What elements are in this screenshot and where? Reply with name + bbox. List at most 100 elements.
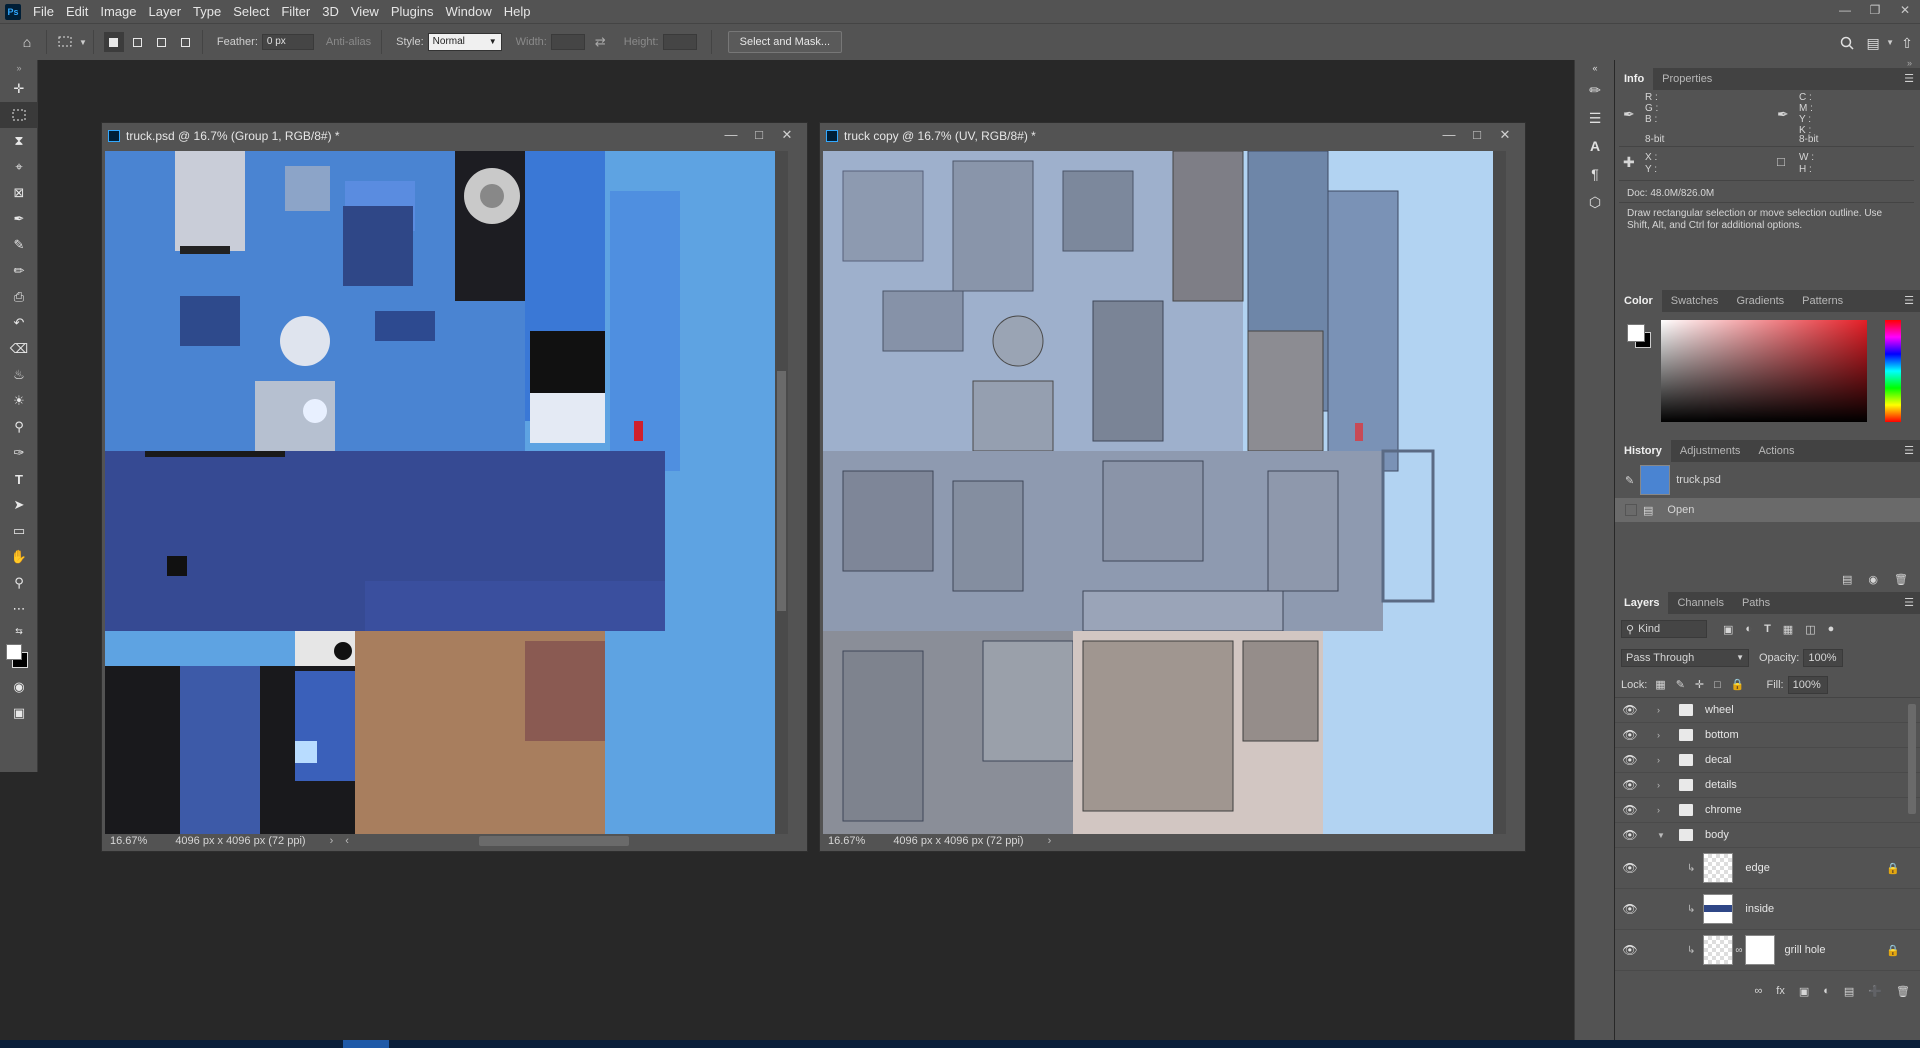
collapse-icon[interactable]: »: [1907, 58, 1912, 68]
visibility-eye-icon[interactable]: 👁: [1615, 778, 1645, 792]
rectangular-marquee-tool-icon[interactable]: [0, 102, 38, 128]
healing-brush-tool-icon[interactable]: ✎: [0, 232, 38, 258]
chevron-down-icon[interactable]: ▼: [1657, 831, 1679, 840]
shape-filter-icon[interactable]: ▦: [1783, 623, 1793, 636]
paragraph-icon[interactable]: ¶: [1575, 160, 1615, 188]
chevron-right-icon[interactable]: ›: [1657, 730, 1679, 740]
move-tool-icon[interactable]: ✛: [0, 76, 38, 102]
workspace-icon[interactable]: ▤: [1860, 30, 1886, 56]
document-title-bar[interactable]: truck.psd @ 16.7% (Group 1, RGB/8#) * — …: [102, 123, 807, 149]
panel-menu-icon[interactable]: ☰: [1904, 72, 1914, 85]
3d-icon[interactable]: ⬡: [1575, 188, 1615, 216]
visibility-eye-icon[interactable]: 👁: [1615, 803, 1645, 817]
visibility-eye-icon[interactable]: 👁: [1615, 828, 1645, 842]
tab-swatches[interactable]: Swatches: [1662, 290, 1728, 312]
maximize-icon[interactable]: □: [745, 123, 773, 149]
chevron-right-icon[interactable]: ›: [1657, 705, 1679, 715]
eraser-tool-icon[interactable]: ⌫: [0, 336, 38, 362]
character-icon[interactable]: A: [1575, 132, 1615, 160]
menu-edit[interactable]: Edit: [60, 0, 94, 23]
maximize-icon[interactable]: □: [1463, 123, 1491, 149]
paint-bucket-tool-icon[interactable]: ♨: [0, 362, 38, 388]
menu-window[interactable]: Window: [439, 0, 497, 23]
menu-select[interactable]: Select: [227, 0, 275, 23]
add-mask-icon[interactable]: ▣: [1799, 985, 1809, 998]
brush-tool-icon[interactable]: ✏: [0, 258, 38, 284]
screen-mode-icon[interactable]: ▣: [0, 700, 38, 726]
kind-filter-select[interactable]: ⚲ Kind: [1621, 620, 1707, 638]
height-input[interactable]: [662, 34, 697, 50]
camera-icon[interactable]: ◉: [1868, 573, 1878, 586]
menu-image[interactable]: Image: [94, 0, 142, 23]
layer-inside[interactable]: 👁 ↳ inside: [1615, 889, 1920, 930]
visibility-eye-icon[interactable]: 👁: [1615, 753, 1645, 767]
type-tool-icon[interactable]: T: [0, 466, 38, 492]
panel-menu-icon[interactable]: ☰: [1904, 444, 1914, 457]
lock-transparent-icon[interactable]: ▦: [1655, 678, 1665, 691]
tab-info[interactable]: Info: [1615, 68, 1654, 90]
smudge-tool-icon[interactable]: ☀: [0, 388, 38, 414]
path-selection-tool-icon[interactable]: ➤: [0, 492, 38, 518]
canvas-truck-texture[interactable]: [105, 151, 788, 834]
link-layers-icon[interactable]: ∞: [1754, 985, 1762, 998]
collapse-icon[interactable]: »: [0, 60, 38, 76]
chevron-right-icon[interactable]: ›: [1657, 780, 1679, 790]
tab-paths[interactable]: Paths: [1733, 592, 1779, 614]
visibility-eye-icon[interactable]: 👁: [1615, 703, 1645, 717]
frame-tool-icon[interactable]: ⊠: [0, 180, 38, 206]
panel-menu-icon[interactable]: ☰: [1904, 596, 1914, 609]
layer-group-wheel[interactable]: 👁 › wheel: [1615, 698, 1920, 723]
feather-input[interactable]: 0 px: [261, 34, 314, 50]
brush-presets-icon[interactable]: ☰: [1575, 104, 1615, 132]
more-tools-icon[interactable]: ⋯: [0, 596, 38, 622]
search-icon[interactable]: [1834, 30, 1860, 56]
scroll-left-icon[interactable]: ‹: [345, 835, 349, 847]
smart-object-filter-icon[interactable]: ◫: [1805, 623, 1815, 636]
document-window-truck-copy[interactable]: truck copy @ 16.7% (UV, RGB/8#) * — □ ✕: [819, 122, 1526, 852]
menu-filter[interactable]: Filter: [275, 0, 316, 23]
eyedropper-tool-icon[interactable]: ✒: [0, 206, 38, 232]
panel-menu-icon[interactable]: ☰: [1904, 294, 1914, 307]
select-and-mask-button[interactable]: Select and Mask...: [727, 31, 843, 53]
menu-plugins[interactable]: Plugins: [385, 0, 440, 23]
minimize-icon[interactable]: —: [717, 123, 745, 149]
chevron-down-icon[interactable]: ▼: [79, 38, 87, 47]
foreground-color[interactable]: [6, 644, 22, 660]
tab-gradients[interactable]: Gradients: [1727, 290, 1793, 312]
minimize-icon[interactable]: —: [1830, 0, 1860, 23]
link-icon[interactable]: ∞: [1735, 945, 1742, 956]
chevron-right-icon[interactable]: ›: [330, 835, 334, 847]
layer-group-chrome[interactable]: 👁 › chrome: [1615, 798, 1920, 823]
history-brush-tool-icon[interactable]: ↶: [0, 310, 38, 336]
fill-input[interactable]: 100%: [1787, 675, 1828, 694]
tab-color[interactable]: Color: [1615, 290, 1662, 312]
trash-icon[interactable]: 🗑: [1894, 573, 1908, 586]
zoom-level[interactable]: 16.67%: [110, 835, 147, 847]
blend-mode-select[interactable]: Pass Through ▼: [1621, 649, 1749, 667]
menu-layer[interactable]: Layer: [143, 0, 188, 23]
hue-slider[interactable]: [1885, 320, 1901, 422]
width-input[interactable]: [550, 34, 585, 50]
type-filter-icon[interactable]: T: [1764, 623, 1771, 635]
antialias-checkbox[interactable]: Anti-alias: [326, 36, 371, 48]
tab-properties[interactable]: Properties: [1653, 68, 1721, 90]
layer-group-details[interactable]: 👁 › details: [1615, 773, 1920, 798]
layer-group-decal[interactable]: 👁 › decal: [1615, 748, 1920, 773]
opacity-input[interactable]: 100%: [1803, 649, 1844, 667]
visibility-eye-icon[interactable]: 👁: [1615, 902, 1645, 916]
filter-toggle-icon[interactable]: ●: [1828, 623, 1835, 635]
collapse-icon[interactable]: «: [1575, 60, 1615, 76]
quick-mask-icon[interactable]: ◉: [0, 674, 38, 700]
clone-stamp-tool-icon[interactable]: ⎙: [0, 284, 38, 310]
marquee-preset-icon[interactable]: [53, 29, 79, 55]
menu-view[interactable]: View: [345, 0, 385, 23]
lock-image-icon[interactable]: ✎: [1676, 678, 1685, 691]
hand-tool-icon[interactable]: ✋: [0, 544, 38, 570]
minimize-icon[interactable]: —: [1435, 123, 1463, 149]
layers-scrollbar[interactable]: [1908, 704, 1916, 814]
foreground-color-swatch[interactable]: [1627, 324, 1645, 342]
visibility-eye-icon[interactable]: 👁: [1615, 943, 1645, 957]
lasso-tool-icon[interactable]: ⧗: [0, 128, 38, 154]
chevron-right-icon[interactable]: ›: [1048, 835, 1052, 847]
chevron-right-icon[interactable]: ›: [1657, 755, 1679, 765]
